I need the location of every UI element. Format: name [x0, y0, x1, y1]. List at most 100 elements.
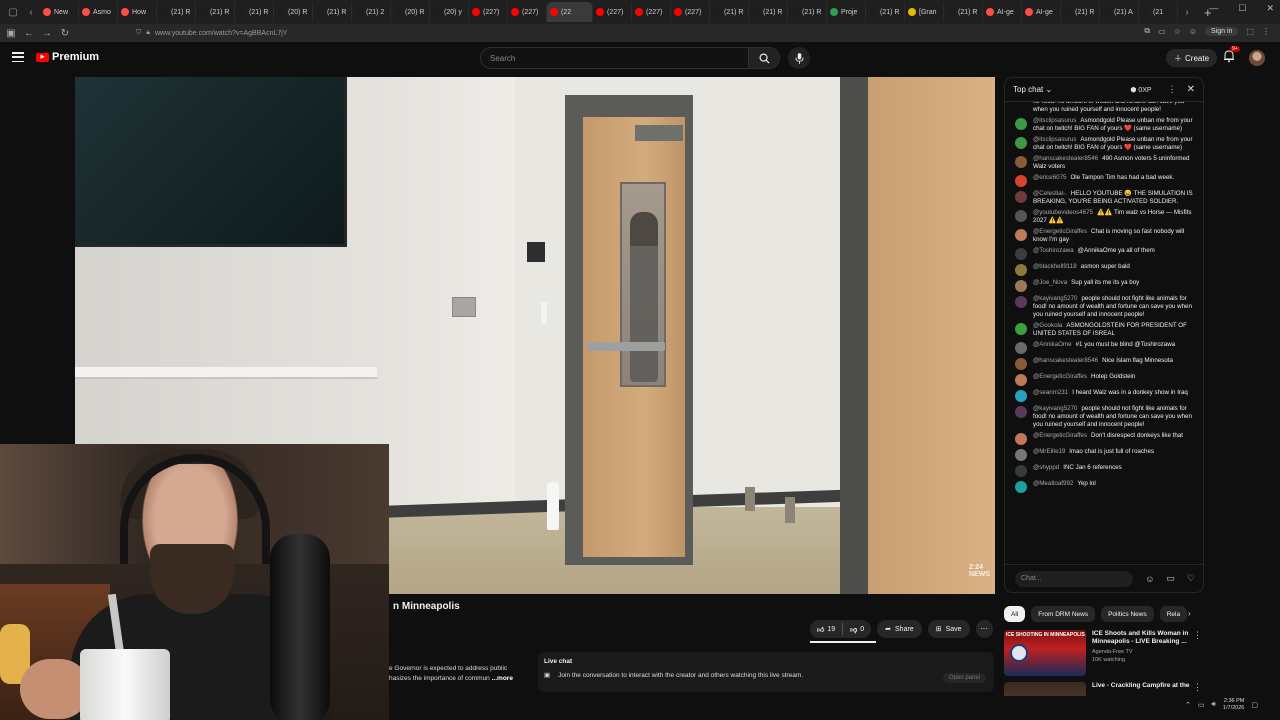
browser-menu-icon[interactable]: ⋮	[1262, 27, 1270, 36]
chat-user-avatar[interactable]	[1015, 406, 1027, 418]
chat-username[interactable]: @Celestial-.	[1033, 190, 1067, 197]
chat-username[interactable]: @EnergeticGiraffes	[1033, 432, 1087, 439]
browser-tab[interactable]: (21	[1139, 2, 1178, 22]
filter-chip[interactable]: Politics News	[1101, 606, 1154, 622]
chat-user-avatar[interactable]	[1015, 229, 1027, 241]
browser-tab[interactable]: (227)	[508, 2, 547, 22]
chat-user-avatar[interactable]	[1015, 323, 1027, 335]
browser-tab[interactable]: (21) 2	[352, 2, 391, 22]
chat-username[interactable]: @kayivang5270	[1033, 295, 1077, 302]
description-more-link[interactable]: ...more	[492, 675, 513, 682]
chat-username[interactable]: @youtubevideos4675	[1033, 209, 1093, 216]
browser-tab[interactable]: AI-ge	[983, 2, 1022, 22]
browser-tab[interactable]: (21) R	[313, 2, 352, 22]
volume-icon[interactable]: 🔊︎	[1212, 701, 1216, 709]
hamburger-menu-icon[interactable]	[12, 52, 24, 62]
browser-tab[interactable]: AI-ge	[1022, 2, 1061, 22]
browser-tab[interactable]: New	[40, 2, 79, 22]
chat-user-avatar[interactable]	[1015, 137, 1027, 149]
chat-username[interactable]: @hanscakestealer8546	[1033, 155, 1098, 162]
save-button[interactable]: ⊞ Save	[927, 620, 970, 638]
browser-tab[interactable]: (227)	[593, 2, 632, 22]
top-chat-dropdown[interactable]: Top chat ⌄	[1013, 85, 1130, 94]
recommendation-menu-icon[interactable]: ⋮	[1193, 630, 1202, 641]
browser-tab[interactable]: (21) R	[788, 2, 827, 22]
chat-menu-icon[interactable]: ⋮	[1168, 84, 1177, 95]
tab-list-icon[interactable]: ▢	[4, 3, 22, 21]
account-avatar[interactable]	[1249, 50, 1265, 66]
close-window-icon[interactable]: ✕	[1266, 3, 1274, 14]
chat-username[interactable]: @kayivang5270	[1033, 405, 1077, 412]
browser-tab[interactable]: (21) R	[944, 2, 983, 22]
chat-user-avatar[interactable]	[1015, 433, 1027, 445]
like-button[interactable]: 👍︎ 19	[810, 625, 842, 634]
browser-tab[interactable]: (22	[547, 2, 593, 22]
browser-tab[interactable]: [Gran	[905, 2, 944, 22]
system-clock[interactable]: 2:36 PM 1/7/2026	[1223, 698, 1244, 712]
chat-user-avatar[interactable]	[1015, 248, 1027, 260]
tab-back-icon[interactable]: ‹	[22, 3, 40, 21]
browser-tab[interactable]: (20) R	[391, 2, 430, 22]
chat-user-avatar[interactable]	[1015, 118, 1027, 130]
pip-icon[interactable]: ▭	[1158, 27, 1166, 36]
chat-username[interactable]: @hanscakestealer8546	[1033, 357, 1098, 364]
chat-username[interactable]: @Gookola	[1033, 322, 1062, 329]
tab-forward-icon[interactable]: ›	[1178, 3, 1196, 21]
extensions-icon[interactable]: ⬚	[1246, 27, 1254, 36]
chat-user-avatar[interactable]	[1015, 264, 1027, 276]
chat-user-avatar[interactable]	[1015, 390, 1027, 402]
chat-messages[interactable]: for food! no amount of wealth and fortun…	[1005, 102, 1203, 564]
share-button[interactable]: ➦ Share	[877, 620, 922, 638]
tray-chevron-icon[interactable]: ⌃	[1185, 701, 1191, 709]
chat-user-avatar[interactable]	[1015, 175, 1027, 187]
browser-tab[interactable]: (227)	[671, 2, 710, 22]
chat-username[interactable]: @Toshirozawa	[1033, 247, 1074, 254]
open-panel-button[interactable]: Open panel	[942, 673, 986, 683]
network-icon[interactable]: ▭	[1198, 701, 1205, 709]
emoji-icon[interactable]: ☺	[1145, 574, 1154, 584]
dislike-button[interactable]: 👎︎ 0	[843, 625, 871, 634]
chat-username[interactable]: @shyppd	[1033, 464, 1059, 471]
notification-center-icon[interactable]: ▢	[1251, 701, 1258, 709]
browser-tab[interactable]: (227)	[469, 2, 508, 22]
close-chat-icon[interactable]: ✕	[1187, 84, 1195, 95]
description-box[interactable]: e Governor is expected to address public…	[389, 664, 529, 684]
browser-tab[interactable]: (21) R	[235, 2, 274, 22]
filter-chip[interactable]: All	[1004, 606, 1026, 622]
chat-username[interactable]: @EnergeticGiraffes	[1033, 373, 1087, 380]
url-field[interactable]: ⛉ 🔒︎ www.youtube.com/watch?v=AgBBAcnL7jY	[136, 27, 287, 39]
chat-user-avatar[interactable]	[1015, 156, 1027, 168]
forward-icon[interactable]: →	[38, 28, 56, 39]
recommendation-menu-icon[interactable]: ⋮	[1193, 682, 1202, 693]
super-chat-icon[interactable]: ▭	[1166, 573, 1175, 584]
search-input[interactable]: Search	[480, 47, 749, 69]
voice-search-button[interactable]	[788, 47, 810, 69]
profile-icon[interactable]: ☺	[1189, 27, 1197, 36]
browser-tab[interactable]: (21) R	[196, 2, 235, 22]
browser-tab[interactable]: (20) R	[274, 2, 313, 22]
reload-icon[interactable]: ↻	[56, 28, 74, 39]
chat-username[interactable]: @seanm231	[1033, 389, 1068, 396]
filter-chip[interactable]: Rela	[1159, 606, 1188, 622]
chat-username[interactable]: @itsclipsasurus	[1033, 136, 1076, 143]
chat-username[interactable]: @MrElite19	[1033, 448, 1065, 455]
browser-tab[interactable]: (20) y	[430, 2, 469, 22]
chat-username[interactable]: @EnergeticGiraffes	[1033, 228, 1087, 235]
chat-user-avatar[interactable]	[1015, 280, 1027, 292]
back-icon[interactable]: ←	[20, 28, 38, 39]
chat-user-avatar[interactable]	[1015, 374, 1027, 386]
maximize-icon[interactable]: ☐	[1238, 3, 1246, 14]
chat-input[interactable]: Chat...	[1015, 570, 1134, 587]
chat-username[interactable]: @blackhell9118	[1033, 263, 1077, 270]
chat-user-avatar[interactable]	[1015, 358, 1027, 370]
screenshot-icon[interactable]: ⧉	[1144, 26, 1150, 36]
browser-tab[interactable]: (21) R	[749, 2, 788, 22]
recommendation-item[interactable]: Live - Crackling Campfire at the ⋮	[1004, 682, 1204, 696]
browser-tab[interactable]: (21) R	[710, 2, 749, 22]
browser-tab[interactable]: Asmo	[79, 2, 118, 22]
xp-badge[interactable]: ⬢ 0XP	[1130, 86, 1151, 94]
chips-next-icon[interactable]: ›	[1188, 609, 1191, 618]
chat-user-avatar[interactable]	[1015, 296, 1027, 308]
browser-tab[interactable]: (21) R	[1061, 2, 1100, 22]
more-actions-button[interactable]: ⋯	[975, 620, 993, 638]
